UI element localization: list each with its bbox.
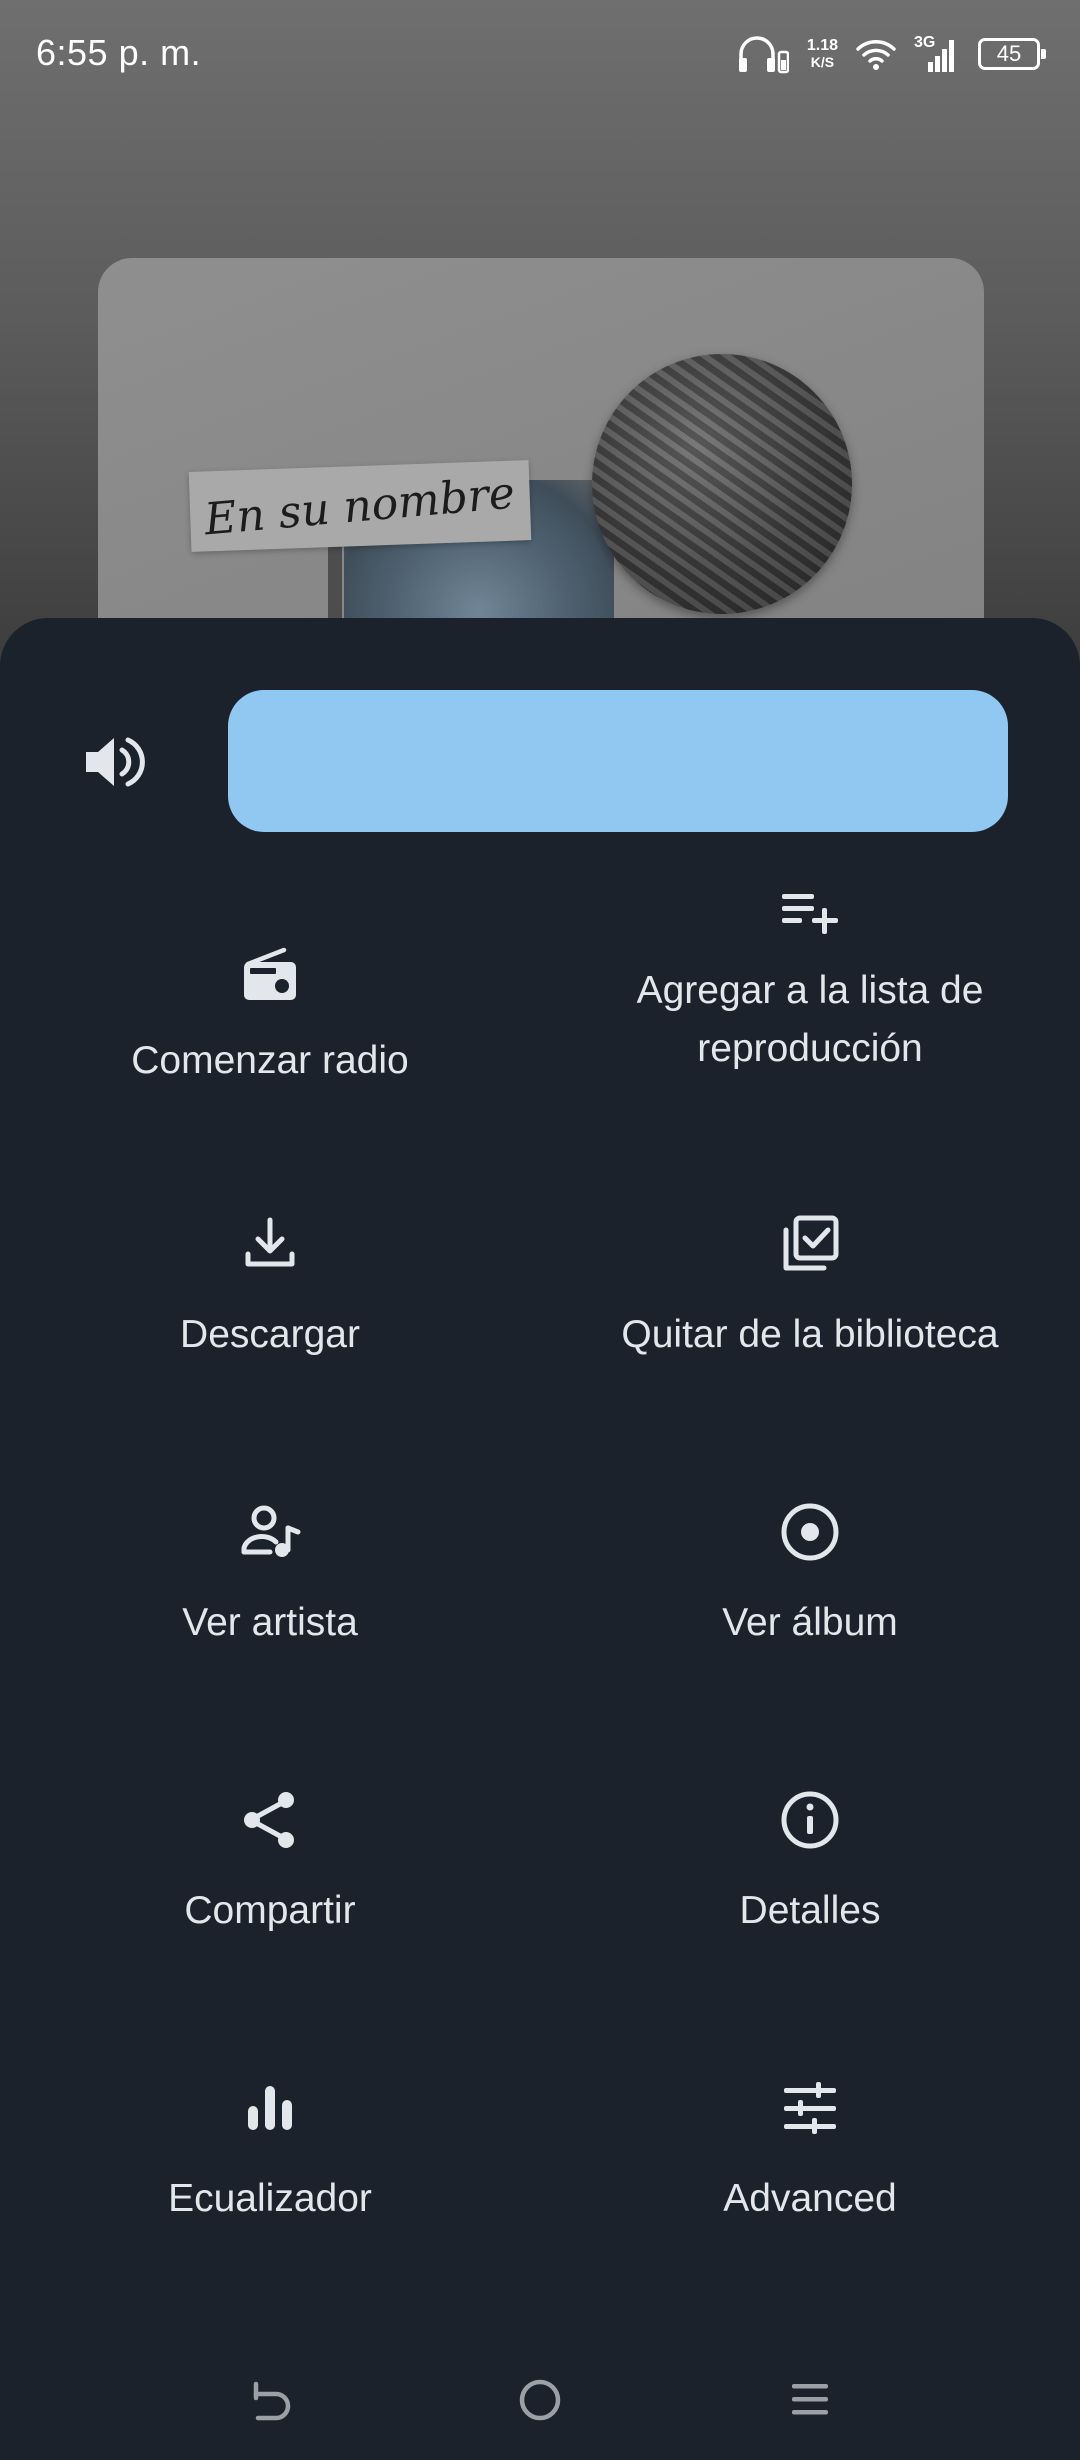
battery-level: 45	[996, 41, 1022, 66]
volume-control	[0, 690, 1080, 832]
playlist-add-icon	[774, 878, 846, 950]
remove-from-library-button[interactable]: Quitar de la biblioteca	[540, 1208, 1080, 1478]
advanced-button[interactable]: Advanced	[540, 2072, 1080, 2342]
add-to-playlist-label: Agregar a la lista de reproducción	[636, 969, 984, 1070]
net-speed: 1.18 K/S	[807, 37, 838, 71]
battery-icon: 45	[978, 38, 1046, 70]
info-icon	[774, 1784, 846, 1856]
download-icon	[234, 1208, 306, 1280]
download-button[interactable]: Descargar	[0, 1208, 540, 1478]
share-label: Compartir	[184, 1889, 356, 1932]
back-icon[interactable]	[230, 2360, 310, 2440]
view-artist-label: Ver artista	[182, 1601, 358, 1644]
share-icon	[234, 1784, 306, 1856]
options-bottom-sheet: Comenzar radio Agregar a la lista de rep…	[0, 618, 1080, 2460]
wifi-icon	[856, 37, 896, 71]
view-album-button[interactable]: Ver álbum	[540, 1496, 1080, 1766]
start-radio-button[interactable]: Comenzar radio	[0, 918, 540, 1188]
equalizer-icon	[234, 2072, 306, 2144]
menu-icon[interactable]	[770, 2360, 850, 2440]
library-check-icon	[774, 1208, 846, 1280]
home-icon[interactable]	[500, 2360, 580, 2440]
volume-slider[interactable]	[228, 690, 1008, 832]
album-art-script: En su nombre	[202, 467, 518, 545]
net-speed-unit: K/S	[810, 54, 835, 70]
add-to-playlist-button[interactable]: Agregar a la lista de reproducción	[540, 878, 1080, 1148]
start-radio-label: Comenzar radio	[131, 1039, 409, 1082]
remove-from-library-label: Quitar de la biblioteca	[621, 1313, 999, 1356]
tune-icon	[774, 2072, 846, 2144]
status-bar: 6:55 p. m. 1.18 K/S 3G 45	[0, 0, 1080, 110]
album-art-stone	[592, 354, 852, 614]
status-icons: 1.18 K/S 3G 45	[737, 30, 1046, 78]
system-nav-bar	[0, 2340, 1080, 2460]
download-label: Descargar	[180, 1313, 360, 1356]
advanced-label: Advanced	[723, 2177, 897, 2220]
volume-up-icon[interactable]	[80, 728, 148, 796]
equalizer-label: Ecualizador	[168, 2177, 372, 2220]
album-icon	[774, 1496, 846, 1568]
details-button[interactable]: Detalles	[540, 1784, 1080, 2054]
net-speed-value: 1.18	[806, 37, 838, 54]
headphones-icon	[737, 34, 789, 74]
signal-icon: 3G	[914, 34, 960, 74]
album-art-paper: En su nombre	[188, 460, 532, 552]
equalizer-button[interactable]: Ecualizador	[0, 2072, 540, 2342]
details-label: Detalles	[739, 1889, 881, 1932]
view-album-label: Ver álbum	[722, 1601, 898, 1644]
view-artist-button[interactable]: Ver artista	[0, 1496, 540, 1766]
radio-icon	[234, 938, 306, 1010]
share-button[interactable]: Compartir	[0, 1784, 540, 2054]
status-time: 6:55 p. m.	[36, 32, 202, 73]
artist-icon	[234, 1496, 306, 1568]
